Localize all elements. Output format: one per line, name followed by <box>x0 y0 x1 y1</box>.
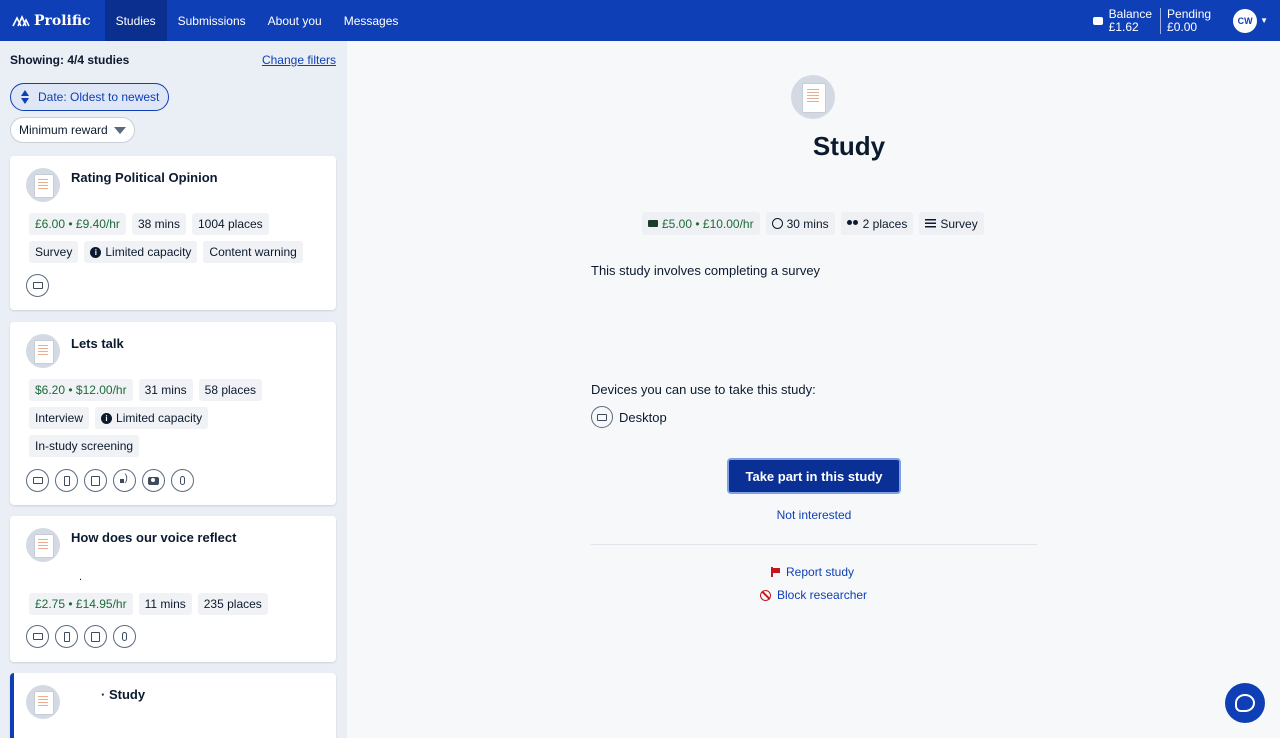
study-list-sidebar: Showing: 4/4 studies Change filters Date… <box>0 41 347 738</box>
duration-tag: 11 mins <box>138 593 192 615</box>
study-title: How does our voice reflect <box>71 530 237 545</box>
devices-label: Devices you can use to take this study: <box>591 382 816 397</box>
avatar[interactable]: CW <box>1233 8 1258 33</box>
chat-button[interactable] <box>1225 683 1265 723</box>
duration-tag: 31 mins <box>138 379 193 401</box>
desktop-icon <box>26 625 49 648</box>
balance-value: £1.62 <box>1108 19 1139 34</box>
study-card[interactable]: How does our voice reflect . £2.75 • £14… <box>10 516 336 662</box>
take-part-button[interactable]: Take part in this study <box>727 458 901 494</box>
tablet-icon <box>84 625 107 648</box>
microphone-icon <box>113 625 136 648</box>
pending[interactable]: Pending £0.00 <box>1160 6 1212 34</box>
places-tag: 1004 places <box>191 213 269 235</box>
type-tag: Survey <box>29 241 79 263</box>
duration-tag: 38 mins <box>131 213 186 235</box>
tablet-icon <box>84 469 107 492</box>
sort-dropdown[interactable]: Date: Oldest to newest <box>10 83 170 111</box>
study-thumbnail <box>26 168 60 202</box>
not-interested-link[interactable]: Not interested <box>727 508 901 522</box>
screening-tag: In-study screening <box>29 435 140 457</box>
study-description: This study involves completing a survey <box>591 263 821 278</box>
study-title: Lets talk <box>71 336 124 351</box>
limited-capacity-tag: i Limited capacity <box>84 241 198 263</box>
nav-submissions[interactable]: Submissions <box>167 0 257 41</box>
nav-about-you[interactable]: About you <box>257 0 333 41</box>
desktop-icon <box>26 469 49 492</box>
reward-tag: $6.20 • $12.00/hr <box>29 379 133 401</box>
microphone-icon <box>171 469 194 492</box>
phone-icon <box>55 469 78 492</box>
study-card[interactable]: Rating Political Opinion £6.00 • £9.40/h… <box>10 156 336 310</box>
type-tag: Interview <box>29 407 90 429</box>
device-label: Desktop <box>619 409 667 425</box>
study-card[interactable]: Lets talk $6.20 • $12.00/hr 31 mins 58 p… <box>10 322 336 505</box>
phone-icon <box>55 625 78 648</box>
reward-filter-label: Minimum reward <box>19 123 108 137</box>
top-nav-bar: Prolific Studies Submissions About you M… <box>0 0 1280 41</box>
study-thumbnail <box>26 685 60 719</box>
caret-down-icon <box>113 126 126 134</box>
study-card-selected[interactable]: · Study <box>10 673 336 738</box>
camera-icon <box>142 469 165 492</box>
device-desktop: Desktop <box>591 406 667 428</box>
pending-label: Pending <box>1167 6 1212 21</box>
balance[interactable]: Balance £1.62 <box>1092 6 1153 34</box>
study-thumbnail <box>26 528 60 562</box>
study-thumbnail <box>26 334 60 368</box>
sort-icon <box>21 89 30 105</box>
reward-meta: £5.00 • £10.00/hr <box>642 212 760 235</box>
divider <box>591 544 1037 545</box>
study-title: Rating Political Opinion <box>71 170 218 185</box>
pending-value: £0.00 <box>1167 19 1198 34</box>
balance-label: Balance <box>1108 6 1153 21</box>
study-subtitle: . <box>79 571 83 583</box>
block-icon <box>760 589 771 601</box>
minimum-reward-filter[interactable]: Minimum reward <box>10 117 135 143</box>
study-thumbnail <box>791 75 835 119</box>
logo-icon <box>12 14 30 26</box>
report-study-link[interactable]: Report study <box>770 565 854 579</box>
nav-studies[interactable]: Studies <box>104 0 167 41</box>
brand-name: Prolific <box>34 12 91 29</box>
info-icon: i <box>101 412 113 424</box>
info-icon: i <box>90 246 102 258</box>
showing-count: Showing: 4/4 studies <box>10 53 130 67</box>
flag-icon <box>770 567 780 577</box>
change-filters-link[interactable]: Change filters <box>262 53 336 67</box>
prolific-logo[interactable]: Prolific <box>0 0 105 41</box>
content-warning-tag: Content warning <box>203 241 303 263</box>
duration-meta: 30 mins <box>765 212 835 235</box>
chat-bubble-icon <box>1235 694 1255 712</box>
reward-tag: £2.75 • £14.95/hr <box>29 593 133 615</box>
study-detail-panel: Study £5.00 • £10.00/hr 30 mins 2 places… <box>347 41 1280 738</box>
wallet-icon <box>1092 16 1103 25</box>
clock-icon <box>771 218 783 229</box>
nav-messages[interactable]: Messages <box>333 0 410 41</box>
study-title: Study <box>812 131 886 161</box>
chevron-down-icon[interactable]: ▼ <box>1260 16 1268 25</box>
limited-capacity-tag: i Limited capacity <box>95 407 209 429</box>
places-tag: 58 places <box>198 379 263 401</box>
cash-icon <box>648 220 658 227</box>
list-icon <box>925 219 937 228</box>
desktop-icon <box>26 274 49 297</box>
places-meta: 2 places <box>840 212 914 235</box>
study-meta: £5.00 • £10.00/hr 30 mins 2 places Surve… <box>642 212 984 235</box>
reward-tag: £6.00 • £9.40/hr <box>29 213 126 235</box>
people-icon <box>846 219 859 228</box>
block-researcher-link[interactable]: Block researcher <box>760 588 867 602</box>
audio-icon <box>113 469 136 492</box>
desktop-icon <box>591 406 613 428</box>
type-meta: Survey <box>919 212 984 235</box>
sort-label: Date: Oldest to newest <box>38 90 160 104</box>
places-tag: 235 places <box>197 593 268 615</box>
study-title: · Study <box>101 687 146 702</box>
